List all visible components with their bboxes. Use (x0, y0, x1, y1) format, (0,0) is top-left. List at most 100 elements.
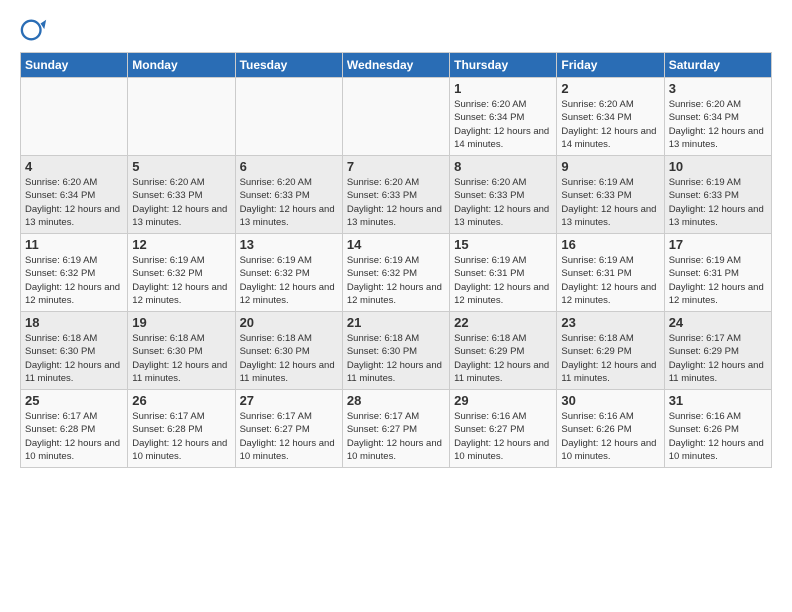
day-number: 13 (240, 237, 338, 252)
day-number: 1 (454, 81, 552, 96)
day-number: 15 (454, 237, 552, 252)
day-number: 23 (561, 315, 659, 330)
day-info: Sunrise: 6:18 AMSunset: 6:30 PMDaylight:… (347, 332, 445, 385)
day-cell: 20 Sunrise: 6:18 AMSunset: 6:30 PMDayligh… (235, 312, 342, 390)
day-info: Sunrise: 6:16 AMSunset: 6:27 PMDaylight:… (454, 410, 552, 463)
day-cell: 7 Sunrise: 6:20 AMSunset: 6:33 PMDaylight… (342, 156, 449, 234)
day-cell: 10Sunrise: 6:19 AMSunset: 6:33 PMDayligh… (664, 156, 771, 234)
day-number: 8 (454, 159, 552, 174)
day-cell: 18 Sunrise: 6:18 AMSunset: 6:30 PMDayligh… (21, 312, 128, 390)
day-info: Sunrise: 6:18 AMSunset: 6:29 PMDaylight:… (561, 332, 659, 385)
day-info: Sunrise: 6:19 AMSunset: 6:31 PMDaylight:… (454, 254, 552, 307)
week-row-1: 1 Sunrise: 6:20 AMSunset: 6:34 PMDaylight… (21, 78, 772, 156)
day-info: Sunrise: 6:17 AMSunset: 6:27 PMDaylight:… (347, 410, 445, 463)
day-number: 14 (347, 237, 445, 252)
day-number: 24 (669, 315, 767, 330)
col-header-monday: Monday (128, 53, 235, 78)
day-cell: 25 Sunrise: 6:17 AMSunset: 6:28 PMDayligh… (21, 390, 128, 468)
day-cell: 8 Sunrise: 6:20 AMSunset: 6:33 PMDaylight… (450, 156, 557, 234)
day-info: Sunrise: 6:17 AMSunset: 6:29 PMDaylight:… (669, 332, 767, 385)
day-number: 5 (132, 159, 230, 174)
week-row-2: 4 Sunrise: 6:20 AMSunset: 6:34 PMDaylight… (21, 156, 772, 234)
col-header-tuesday: Tuesday (235, 53, 342, 78)
day-info: Sunrise: 6:20 AMSunset: 6:33 PMDaylight:… (240, 176, 338, 229)
day-info: Sunrise: 6:17 AMSunset: 6:28 PMDaylight:… (132, 410, 230, 463)
day-number: 18 (25, 315, 123, 330)
day-number: 25 (25, 393, 123, 408)
day-cell: 29 Sunrise: 6:16 AMSunset: 6:27 PMDayligh… (450, 390, 557, 468)
col-header-wednesday: Wednesday (342, 53, 449, 78)
day-cell: 1Sunrise: 6:20 AMSunset: 6:34 PMDaylight… (450, 78, 557, 156)
day-cell: 22 Sunrise: 6:18 AMSunset: 6:29 PMDayligh… (450, 312, 557, 390)
day-cell: 24 Sunrise: 6:17 AMSunset: 6:29 PMDayligh… (664, 312, 771, 390)
day-cell: 5 Sunrise: 6:20 AMSunset: 6:33 PMDaylight… (128, 156, 235, 234)
day-number: 29 (454, 393, 552, 408)
day-info: Sunrise: 6:16 AMSunset: 6:26 PMDaylight:… (669, 410, 767, 463)
week-row-5: 25 Sunrise: 6:17 AMSunset: 6:28 PMDayligh… (21, 390, 772, 468)
day-cell: 4 Sunrise: 6:20 AMSunset: 6:34 PMDaylight… (21, 156, 128, 234)
day-number: 7 (347, 159, 445, 174)
day-cell: 27Sunrise: 6:17 AMSunset: 6:27 PMDayligh… (235, 390, 342, 468)
day-info: Sunrise: 6:19 AMSunset: 6:33 PMDaylight:… (669, 176, 767, 229)
day-cell: 26 Sunrise: 6:17 AMSunset: 6:28 PMDayligh… (128, 390, 235, 468)
day-info: Sunrise: 6:18 AMSunset: 6:30 PMDaylight:… (25, 332, 123, 385)
day-info: Sunrise: 6:19 AMSunset: 6:31 PMDaylight:… (561, 254, 659, 307)
day-cell: 31 Sunrise: 6:16 AMSunset: 6:26 PMDayligh… (664, 390, 771, 468)
day-number: 16 (561, 237, 659, 252)
day-info: Sunrise: 6:19 AMSunset: 6:32 PMDaylight:… (132, 254, 230, 307)
day-cell: 11 Sunrise: 6:19 AMSunset: 6:32 PMDayligh… (21, 234, 128, 312)
day-number: 4 (25, 159, 123, 174)
day-cell: 2 Sunrise: 6:20 AMSunset: 6:34 PMDaylight… (557, 78, 664, 156)
day-number: 30 (561, 393, 659, 408)
page: SundayMondayTuesdayWednesdayThursdayFrid… (0, 0, 792, 478)
calendar-table: SundayMondayTuesdayWednesdayThursdayFrid… (20, 52, 772, 468)
col-header-saturday: Saturday (664, 53, 771, 78)
day-info: Sunrise: 6:16 AMSunset: 6:26 PMDaylight:… (561, 410, 659, 463)
day-number: 19 (132, 315, 230, 330)
day-number: 2 (561, 81, 659, 96)
col-header-thursday: Thursday (450, 53, 557, 78)
day-cell: 16 Sunrise: 6:19 AMSunset: 6:31 PMDayligh… (557, 234, 664, 312)
day-cell (21, 78, 128, 156)
day-info: Sunrise: 6:20 AMSunset: 6:33 PMDaylight:… (132, 176, 230, 229)
day-number: 9 (561, 159, 659, 174)
day-number: 28 (347, 393, 445, 408)
day-info: Sunrise: 6:18 AMSunset: 6:30 PMDaylight:… (132, 332, 230, 385)
day-cell (235, 78, 342, 156)
day-cell: 15 Sunrise: 6:19 AMSunset: 6:31 PMDayligh… (450, 234, 557, 312)
week-row-4: 18 Sunrise: 6:18 AMSunset: 6:30 PMDayligh… (21, 312, 772, 390)
day-cell: 6 Sunrise: 6:20 AMSunset: 6:33 PMDaylight… (235, 156, 342, 234)
day-number: 26 (132, 393, 230, 408)
day-info: Sunrise: 6:20 AMSunset: 6:34 PMDaylight:… (25, 176, 123, 229)
col-header-friday: Friday (557, 53, 664, 78)
day-number: 21 (347, 315, 445, 330)
logo (20, 16, 52, 44)
day-cell: 23 Sunrise: 6:18 AMSunset: 6:29 PMDayligh… (557, 312, 664, 390)
day-number: 17 (669, 237, 767, 252)
day-number: 31 (669, 393, 767, 408)
day-info: Sunrise: 6:19 AMSunset: 6:32 PMDaylight:… (25, 254, 123, 307)
day-number: 12 (132, 237, 230, 252)
day-info: Sunrise: 6:18 AMSunset: 6:29 PMDaylight:… (454, 332, 552, 385)
day-info: Sunrise: 6:17 AMSunset: 6:28 PMDaylight:… (25, 410, 123, 463)
day-cell: 9Sunrise: 6:19 AMSunset: 6:33 PMDaylight… (557, 156, 664, 234)
header (20, 16, 772, 44)
day-info: Sunrise: 6:18 AMSunset: 6:30 PMDaylight:… (240, 332, 338, 385)
day-info: Sunrise: 6:20 AMSunset: 6:33 PMDaylight:… (454, 176, 552, 229)
day-cell: 19 Sunrise: 6:18 AMSunset: 6:30 PMDayligh… (128, 312, 235, 390)
day-info: Sunrise: 6:20 AMSunset: 6:34 PMDaylight:… (561, 98, 659, 151)
day-number: 6 (240, 159, 338, 174)
day-number: 20 (240, 315, 338, 330)
day-number: 22 (454, 315, 552, 330)
week-row-3: 11 Sunrise: 6:19 AMSunset: 6:32 PMDayligh… (21, 234, 772, 312)
day-info: Sunrise: 6:20 AMSunset: 6:33 PMDaylight:… (347, 176, 445, 229)
day-info: Sunrise: 6:20 AMSunset: 6:34 PMDaylight:… (669, 98, 767, 151)
day-number: 11 (25, 237, 123, 252)
day-cell: 14Sunrise: 6:19 AMSunset: 6:32 PMDayligh… (342, 234, 449, 312)
day-cell: 3 Sunrise: 6:20 AMSunset: 6:34 PMDaylight… (664, 78, 771, 156)
day-cell (128, 78, 235, 156)
col-header-sunday: Sunday (21, 53, 128, 78)
header-row: SundayMondayTuesdayWednesdayThursdayFrid… (21, 53, 772, 78)
day-number: 3 (669, 81, 767, 96)
day-info: Sunrise: 6:17 AMSunset: 6:27 PMDaylight:… (240, 410, 338, 463)
